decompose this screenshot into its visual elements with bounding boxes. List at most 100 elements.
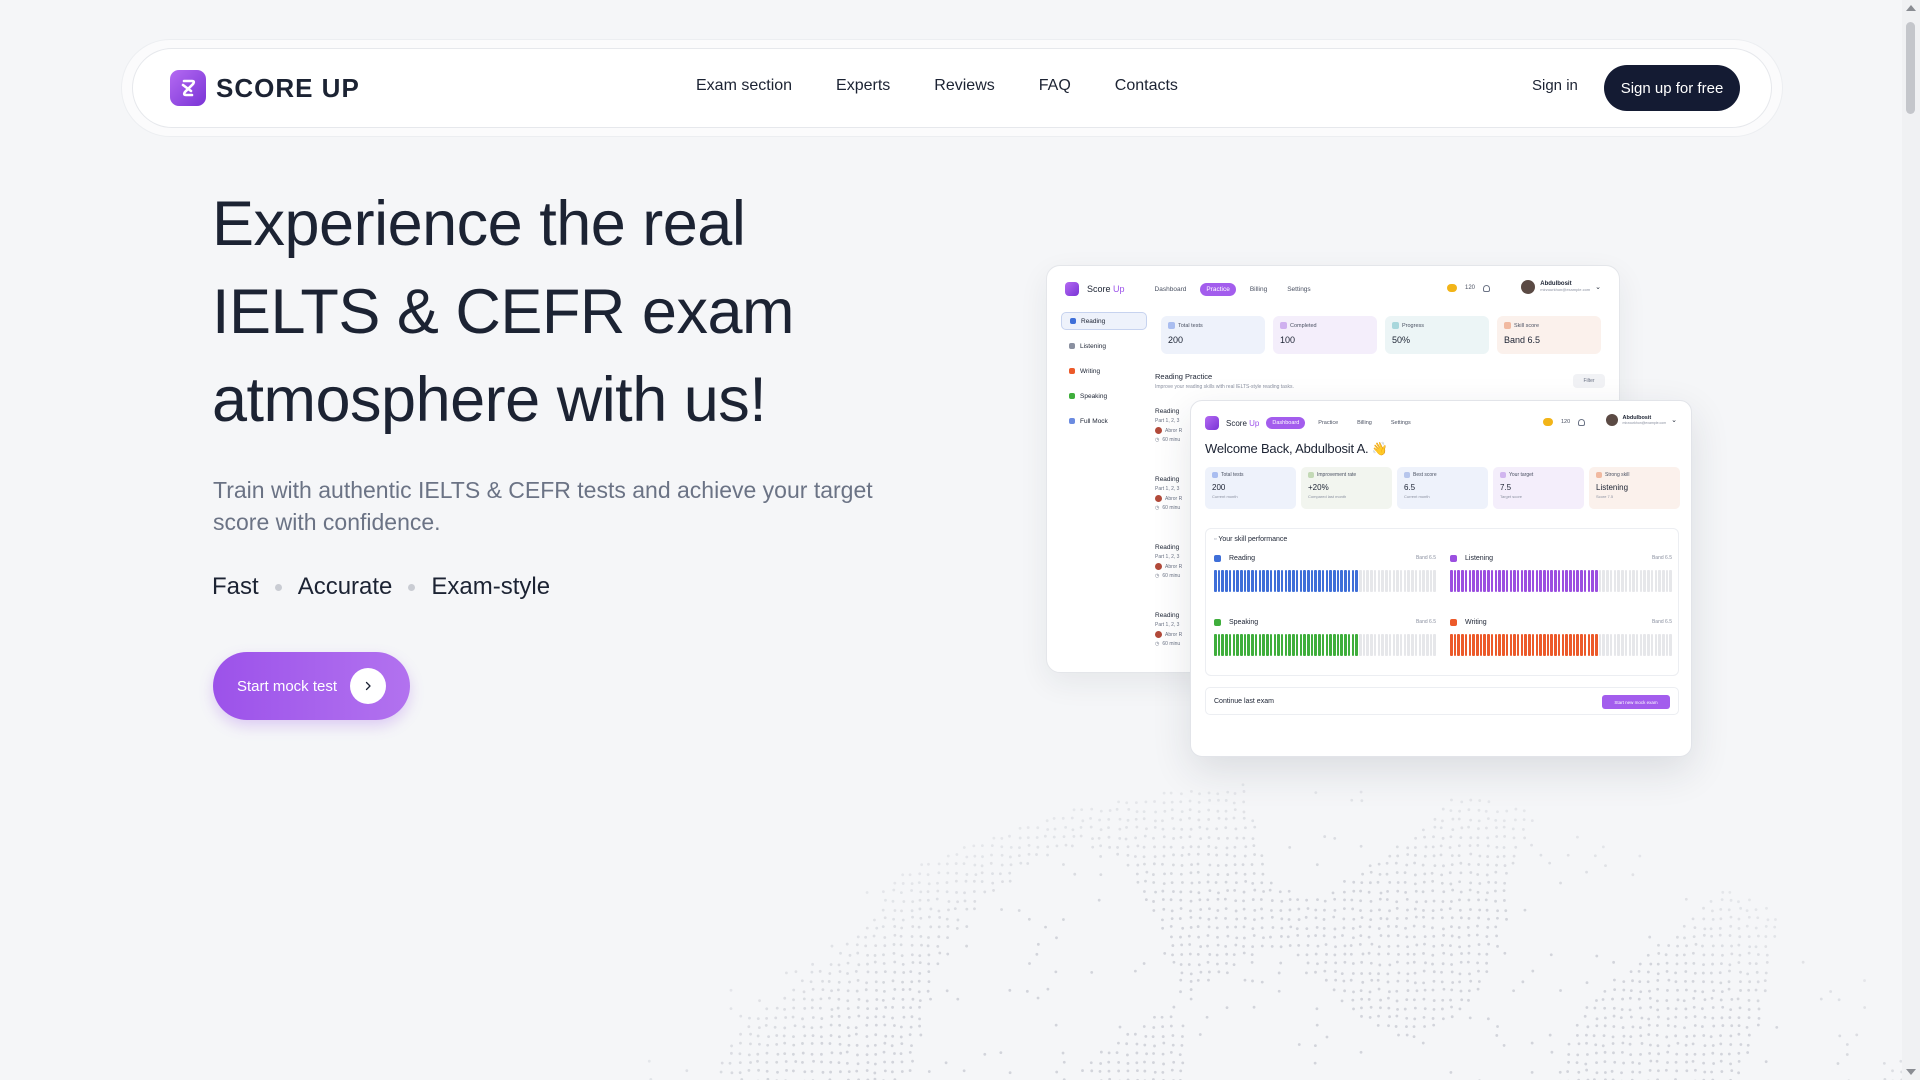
stat-value: Band 6.5 [1504,335,1541,345]
skill-bar-segment [1595,570,1598,592]
nav-link-exam-section[interactable]: Exam section [696,77,792,95]
nav-link-contacts[interactable]: Contacts [1115,77,1178,95]
nav-link-faq[interactable]: FAQ [1039,77,1071,95]
duration: 60 minu [1162,505,1181,511]
feature-fast: Fast [212,573,259,600]
user-info: Abdulbosit mirzourkhon@example.com [1623,415,1667,426]
logo-icon [1205,416,1219,430]
stat-value: 200 [1168,335,1184,345]
skill-bar-segment [1580,634,1583,656]
stat-sub: Score 7.5 [1596,494,1614,499]
nav-link-experts[interactable]: Experts [836,77,890,95]
sidebar-item-speaking[interactable]: Speaking [1061,387,1147,405]
start-new-mock-exam-button[interactable]: Start new mock exam [1602,695,1670,709]
stat-value: 7.5 [1500,483,1512,492]
skill-bar-segment [1418,570,1422,592]
user-menu[interactable]: Abdulbosit mirzourkhon@example.com ⌄ [1605,414,1677,426]
skill-bar-segment [1373,570,1377,592]
stat-card: Completed 100 [1273,316,1377,354]
stat-label: Best score [1404,472,1481,478]
tab-settings[interactable]: Settings [1385,417,1417,429]
tab-billing[interactable]: Billing [1351,417,1378,429]
tab-dashboard[interactable]: Dashboard [1266,417,1306,429]
list-item[interactable]: Reading Part 1, 2, 3 Abror R ◷ 60 minu [1155,408,1182,476]
tab-billing[interactable]: Billing [1244,283,1273,296]
list-item[interactable]: Reading Part 1, 2, 3 Abror R ◷ 60 minu [1155,612,1182,672]
skill-bar-segment [1453,570,1457,592]
sidebar-item-label: Listening [1080,342,1107,350]
scrollbar-thumb[interactable] [1906,22,1915,114]
stat-label-text: Your target [1509,472,1534,478]
stat-value: 50% [1392,335,1411,345]
skill-bar-segment [1472,570,1475,592]
scroll-up-arrow-icon[interactable] [1906,5,1916,11]
skill-name-text: Writing [1465,619,1487,626]
tab-settings[interactable]: Settings [1281,283,1317,296]
tab-practice[interactable]: Practice [1312,417,1344,429]
skill-bar-segment [1362,570,1366,592]
sign-in-link[interactable]: Sign in [1532,77,1578,94]
skill-bar-segment [1403,634,1407,656]
stat-card: Your target 7.5 Target score [1493,467,1584,509]
logo-icon [1065,282,1079,296]
author-name: Abror R [1165,495,1183,502]
user-menu[interactable]: Abdulbosit mirzourkhon@example.com ⌄ [1521,280,1601,294]
sidebar-item-listening[interactable]: Listening [1061,337,1147,355]
skill-writing: Writing Band 6.5 [1450,619,1672,656]
chevron-down-icon: ⌄ [1671,417,1677,424]
list-item[interactable]: Reading Part 1, 2, 3 Abror R ◷ 60 minu [1155,476,1182,544]
stat-card: Strong skill Listening Score 7.5 [1589,467,1680,509]
check-icon [1280,322,1287,329]
skill-bar-segment [1468,634,1472,656]
skill-bar-segment [1554,634,1557,656]
skill-bar-segment [1468,570,1472,592]
skill-reading: Reading Band 6.5 [1214,555,1436,592]
stat-card: Improvement rate +20% Compared last month [1301,467,1392,509]
skill-bar-segment [1370,570,1373,592]
skill-bar-segment [1385,570,1388,592]
sidebar-item-reading[interactable]: Reading [1061,312,1147,330]
logo-text: SCORE UP [216,72,360,103]
skill-bar-segment [1414,570,1418,592]
logo[interactable]: SCORE UP [170,70,360,106]
skill-bar-segment [1344,570,1347,592]
filter-button[interactable]: Filter [1573,374,1605,388]
hero-title-line: Experience the real [212,189,746,259]
sidebar-item-full-mock[interactable]: Full Mock [1061,412,1147,430]
nav-link-reviews[interactable]: Reviews [934,77,994,95]
skill-bar-segment [1258,634,1262,656]
tab-dashboard[interactable]: Dashboard [1149,283,1193,296]
skill-bar-segment [1273,634,1277,656]
tab-practice[interactable]: Practice [1200,282,1236,296]
stat-value: Listening [1596,483,1629,492]
sidebar-item-writing[interactable]: Writing [1061,362,1147,380]
page-scrollbar[interactable] [1902,0,1920,1080]
skill-bar [1450,634,1672,656]
book-icon [1070,318,1076,324]
bell-icon[interactable] [1578,418,1586,426]
hero-subtitle: Train with authentic IELTS & CEFR tests … [213,477,873,535]
skill-bar-segment [1262,570,1265,592]
skill-bar-segment [1621,634,1624,656]
start-mock-test-button[interactable]: Start mock test [213,652,410,720]
skill-bar-segment [1557,634,1561,656]
skill-bar-segment [1347,634,1351,656]
skill-bar-segment [1217,634,1221,656]
skill-bar-segment [1509,634,1513,656]
skill-bar-segment [1635,570,1639,592]
preview-header: Score Up Dashboard Practice Billing Sett… [1205,416,1417,430]
stat-label-text: Total tests [1178,322,1203,329]
skill-bar-segment [1221,570,1224,592]
skill-bar-segment [1347,570,1351,592]
skill-bar-segment [1228,570,1232,592]
skill-name-text: Listening [1465,555,1494,562]
brand-part: Score [1087,284,1111,294]
list-item[interactable]: Reading Part 1, 2, 3 Abror R ◷ 60 minu [1155,544,1182,612]
signup-button[interactable]: Sign up for free [1604,65,1740,111]
bell-icon[interactable] [1483,284,1491,292]
skill-bar-segment [1528,570,1531,592]
stat-label-text: Strong skill [1605,472,1630,478]
stat-sub: Current month [1404,494,1430,499]
scroll-down-arrow-icon[interactable] [1906,1069,1916,1075]
skill-bar-segment [1292,570,1295,592]
